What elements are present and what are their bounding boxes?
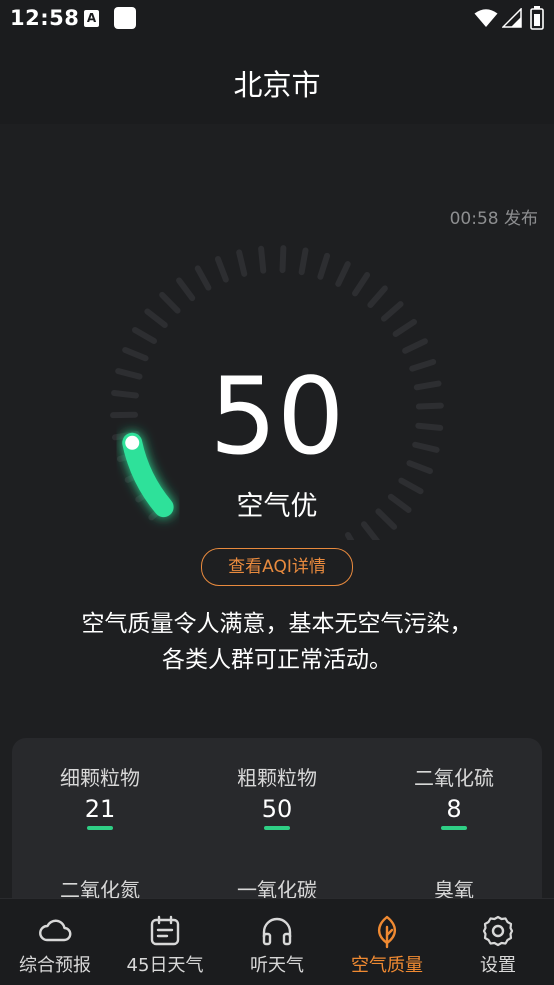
gauge-tick — [348, 535, 359, 540]
pollutant-pm25[interactable]: 细颗粒物 21 — [12, 762, 188, 830]
air-quality-description: 空气质量令人满意，基本无空气污染， 各类人群可正常活动。 — [0, 606, 554, 678]
gauge-tick — [162, 295, 177, 311]
gauge-tick — [179, 280, 192, 298]
nav-item-settings[interactable]: 设置 — [443, 899, 553, 985]
gauge-tick — [147, 312, 164, 325]
pollutant-level-bar — [87, 826, 113, 830]
gauge-tick — [370, 288, 384, 305]
gauge-tick — [405, 341, 425, 350]
nav-item-forecast[interactable]: 综合预报 — [0, 899, 110, 985]
calendar-icon — [147, 913, 183, 949]
gauge-tick — [239, 252, 244, 273]
pollutant-card: 细颗粒物 21 粗颗粒物 50 二氧化硫 8 二氧化氮 一氧化碳 臭氧 — [12, 738, 542, 918]
gauge-tick — [135, 330, 154, 341]
pollutant-value: 50 — [189, 795, 365, 823]
aqi-value: 50 — [0, 358, 554, 476]
nav-item-air-quality[interactable]: 空气质量 — [332, 899, 442, 985]
pollutant-value: 21 — [12, 795, 188, 823]
gauge-tick — [384, 304, 401, 318]
nav-item-listen-weather[interactable]: 听天气 — [222, 899, 332, 985]
leaf-icon — [369, 913, 405, 949]
headphones-icon — [259, 913, 295, 949]
gauge-tick — [218, 259, 226, 280]
nav-label: 听天气 — [222, 951, 332, 977]
description-line-2: 各类人群可正常活动。 — [0, 642, 554, 678]
nav-item-45-day[interactable]: 45日天气 — [110, 899, 220, 985]
gauge-tick — [261, 249, 263, 271]
pollutant-value: 8 — [366, 795, 542, 823]
pollutant-pm10[interactable]: 粗颗粒物 50 — [189, 762, 365, 830]
gauge-tick — [302, 250, 306, 272]
nav-label: 综合预报 — [0, 951, 110, 977]
nav-label: 45日天气 — [110, 951, 220, 977]
gauge-tick — [338, 264, 347, 284]
pollutant-level-bar — [264, 826, 290, 830]
gauge-tick — [283, 248, 284, 270]
pollutant-name: 二氧化硫 — [366, 762, 542, 791]
bottom-navigation: 综合预报 45日天气 听天气 空气质量 设置 — [0, 898, 554, 985]
pollutant-name: 细颗粒物 — [12, 762, 188, 791]
cloud-icon — [37, 913, 73, 949]
gauge-tick — [396, 322, 414, 334]
pollutant-name: 粗颗粒物 — [189, 762, 365, 791]
pollutant-so2[interactable]: 二氧化硫 8 — [366, 762, 542, 830]
aqi-level: 空气优 — [0, 484, 554, 523]
view-aqi-details-button[interactable]: 查看AQI详情 — [201, 548, 353, 586]
nav-label: 设置 — [443, 951, 553, 977]
gauge-tick — [320, 256, 327, 277]
pollutant-level-bar — [441, 826, 467, 830]
gear-icon — [480, 913, 516, 949]
nav-label: 空气质量 — [332, 951, 442, 977]
gauge-tick — [198, 268, 209, 287]
gauge-tick — [355, 275, 367, 293]
description-line-1: 空气质量令人满意，基本无空气污染， — [0, 606, 554, 642]
gauge-tick — [364, 524, 377, 540]
